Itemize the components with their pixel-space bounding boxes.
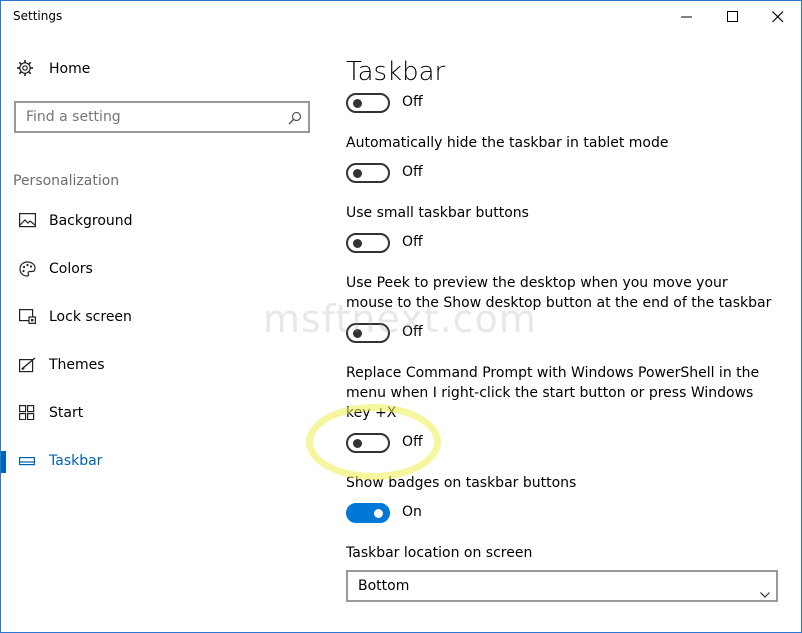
toggle-state: Off bbox=[402, 434, 423, 450]
section-heading: Personalization bbox=[13, 173, 120, 189]
toggle-knob bbox=[353, 439, 362, 448]
setting-label: Show badges on taskbar buttons bbox=[346, 475, 577, 491]
toggle-knob bbox=[374, 509, 383, 518]
taskbar-location-select[interactable]: Bottom bbox=[346, 570, 778, 602]
maximize-icon bbox=[727, 11, 738, 22]
toggle-state: Off bbox=[402, 164, 423, 180]
sidebar-item-label: Background bbox=[49, 213, 133, 229]
sidebar-item-label: Themes bbox=[49, 357, 105, 373]
minimize-icon bbox=[681, 16, 692, 18]
setting-label: Use Peek to preview the desktop when you… bbox=[346, 275, 772, 311]
toggle-knob bbox=[353, 169, 362, 178]
minimize-button[interactable] bbox=[664, 1, 710, 33]
setting-2-toggle-row: Off bbox=[346, 233, 546, 255]
setting-1-toggle-row: Off bbox=[346, 163, 546, 185]
search-placeholder: Find a setting bbox=[26, 109, 121, 125]
toggle-switch[interactable] bbox=[346, 163, 390, 183]
title-bar[interactable]: Settings bbox=[1, 1, 801, 33]
palette-icon bbox=[19, 261, 36, 281]
search-input[interactable]: Find a setting bbox=[14, 101, 310, 133]
picture-icon bbox=[19, 213, 37, 232]
sidebar-item-label: Start bbox=[49, 405, 84, 421]
toggle-state: Off bbox=[402, 94, 423, 110]
maximize-button[interactable] bbox=[710, 1, 756, 33]
setting-label: Automatically hide the taskbar in tablet… bbox=[346, 135, 669, 151]
sidebar-item-colors[interactable]: Colors bbox=[1, 251, 321, 289]
chevron-down-icon bbox=[760, 583, 770, 602]
location-label: Taskbar location on screen bbox=[346, 545, 533, 561]
sidebar-item-label: Taskbar bbox=[49, 453, 103, 469]
toggle-switch[interactable] bbox=[346, 433, 390, 453]
search-icon[interactable] bbox=[288, 110, 302, 129]
selection-indicator bbox=[1, 451, 6, 473]
toggle-switch[interactable] bbox=[346, 323, 390, 343]
gear-icon bbox=[16, 59, 34, 81]
setting-4-toggle-row: Off bbox=[346, 433, 546, 455]
sidebar-item-label: Lock screen bbox=[49, 309, 132, 325]
setting-label: Replace Command Prompt with Windows Powe… bbox=[346, 365, 760, 421]
themes-icon bbox=[19, 357, 36, 377]
sidebar: Home Find a setting Personalization Back… bbox=[1, 33, 321, 632]
setting-label: Use small taskbar buttons bbox=[346, 205, 529, 221]
page-title: Taskbar bbox=[346, 57, 446, 87]
window-title: Settings bbox=[13, 9, 63, 23]
toggle-switch[interactable] bbox=[346, 233, 390, 253]
setting-3-toggle-row: Off bbox=[346, 323, 546, 345]
sidebar-item-themes[interactable]: Themes bbox=[1, 347, 321, 385]
toggle-knob bbox=[353, 99, 362, 108]
toggle-state: Off bbox=[402, 234, 423, 250]
sidebar-item-start[interactable]: Start bbox=[1, 395, 321, 433]
home-nav-item[interactable]: Home bbox=[1, 55, 321, 85]
main-content: Taskbar Off Automatically hide the taskb… bbox=[346, 33, 786, 632]
close-button[interactable] bbox=[755, 1, 801, 33]
toggle-state: Off bbox=[402, 324, 423, 340]
toggle-switch[interactable] bbox=[346, 93, 390, 113]
toggle-state: On bbox=[402, 504, 422, 520]
home-label: Home bbox=[49, 61, 91, 77]
settings-window: Settings Home Find a setting Personaliza… bbox=[0, 0, 802, 633]
close-icon bbox=[772, 11, 784, 23]
sidebar-item-background[interactable]: Background bbox=[1, 203, 321, 241]
start-icon bbox=[19, 405, 35, 424]
setting-5-toggle-row: On bbox=[346, 503, 546, 525]
taskbar-icon bbox=[19, 453, 36, 472]
sidebar-item-taskbar[interactable]: Taskbar bbox=[1, 443, 321, 481]
sidebar-item-lock-screen[interactable]: Lock screen bbox=[1, 299, 321, 337]
toggle-knob bbox=[353, 239, 362, 248]
select-value: Bottom bbox=[358, 578, 410, 594]
toggle-switch[interactable] bbox=[346, 503, 390, 523]
setting-0-toggle-row: Off bbox=[346, 93, 546, 115]
toggle-knob bbox=[353, 329, 362, 338]
sidebar-item-label: Colors bbox=[49, 261, 93, 277]
lock-screen-icon bbox=[19, 309, 37, 328]
